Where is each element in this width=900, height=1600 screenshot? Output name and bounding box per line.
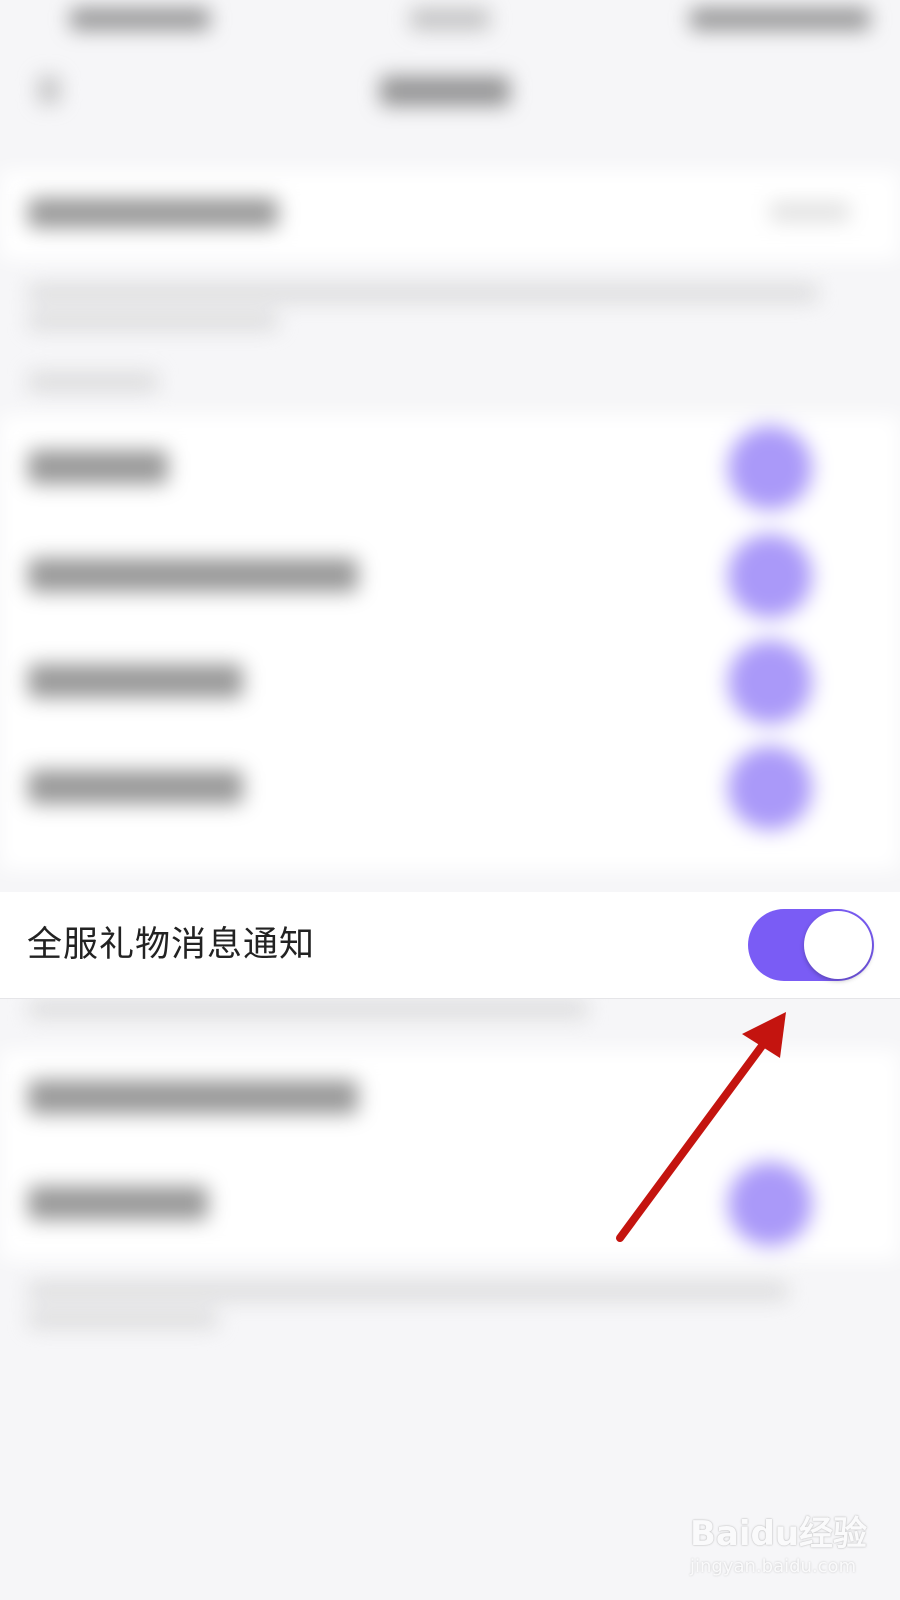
blurred-page-title <box>380 76 510 106</box>
blurred-description-line <box>28 312 278 330</box>
blurred-row-label <box>28 558 358 592</box>
blurred-row-label <box>28 1186 208 1220</box>
blurred-row-label <box>28 770 243 804</box>
blurred-description-line <box>28 284 818 302</box>
blurred-description-line <box>28 1310 218 1328</box>
blurred-row-label <box>28 664 243 698</box>
gift-notification-label: 全服礼物消息通知 <box>27 925 316 965</box>
blurred-row-label <box>28 1080 358 1114</box>
blurred-section-title <box>28 198 278 228</box>
blurred-row-label <box>28 450 168 484</box>
gift-notification-toggle[interactable] <box>748 909 874 981</box>
blurred-description-line <box>28 1000 588 1018</box>
blurred-back-icon <box>38 76 60 104</box>
blurred-status-battery <box>690 8 870 30</box>
blurred-toggle <box>728 640 812 724</box>
blurred-status-time <box>70 8 210 30</box>
blurred-toggle <box>728 1162 812 1246</box>
blurred-toggle <box>728 426 812 510</box>
blurred-toggle <box>728 746 812 830</box>
blurred-section-value <box>770 202 850 222</box>
watermark-brand: Baidu经验 <box>690 1514 868 1554</box>
watermark-url: jingyan.baidu.com <box>690 1556 857 1577</box>
gift-notification-row: 全服礼物消息通知 <box>0 892 900 999</box>
blurred-description-line <box>28 1282 788 1300</box>
blurred-background <box>0 0 900 1600</box>
blurred-group-label <box>28 372 158 392</box>
blurred-toggle <box>728 534 812 618</box>
toggle-knob <box>804 911 872 979</box>
baidu-watermark: Baidu经验 jingyan.baidu.com <box>686 1506 876 1590</box>
blurred-status-center <box>410 8 490 30</box>
